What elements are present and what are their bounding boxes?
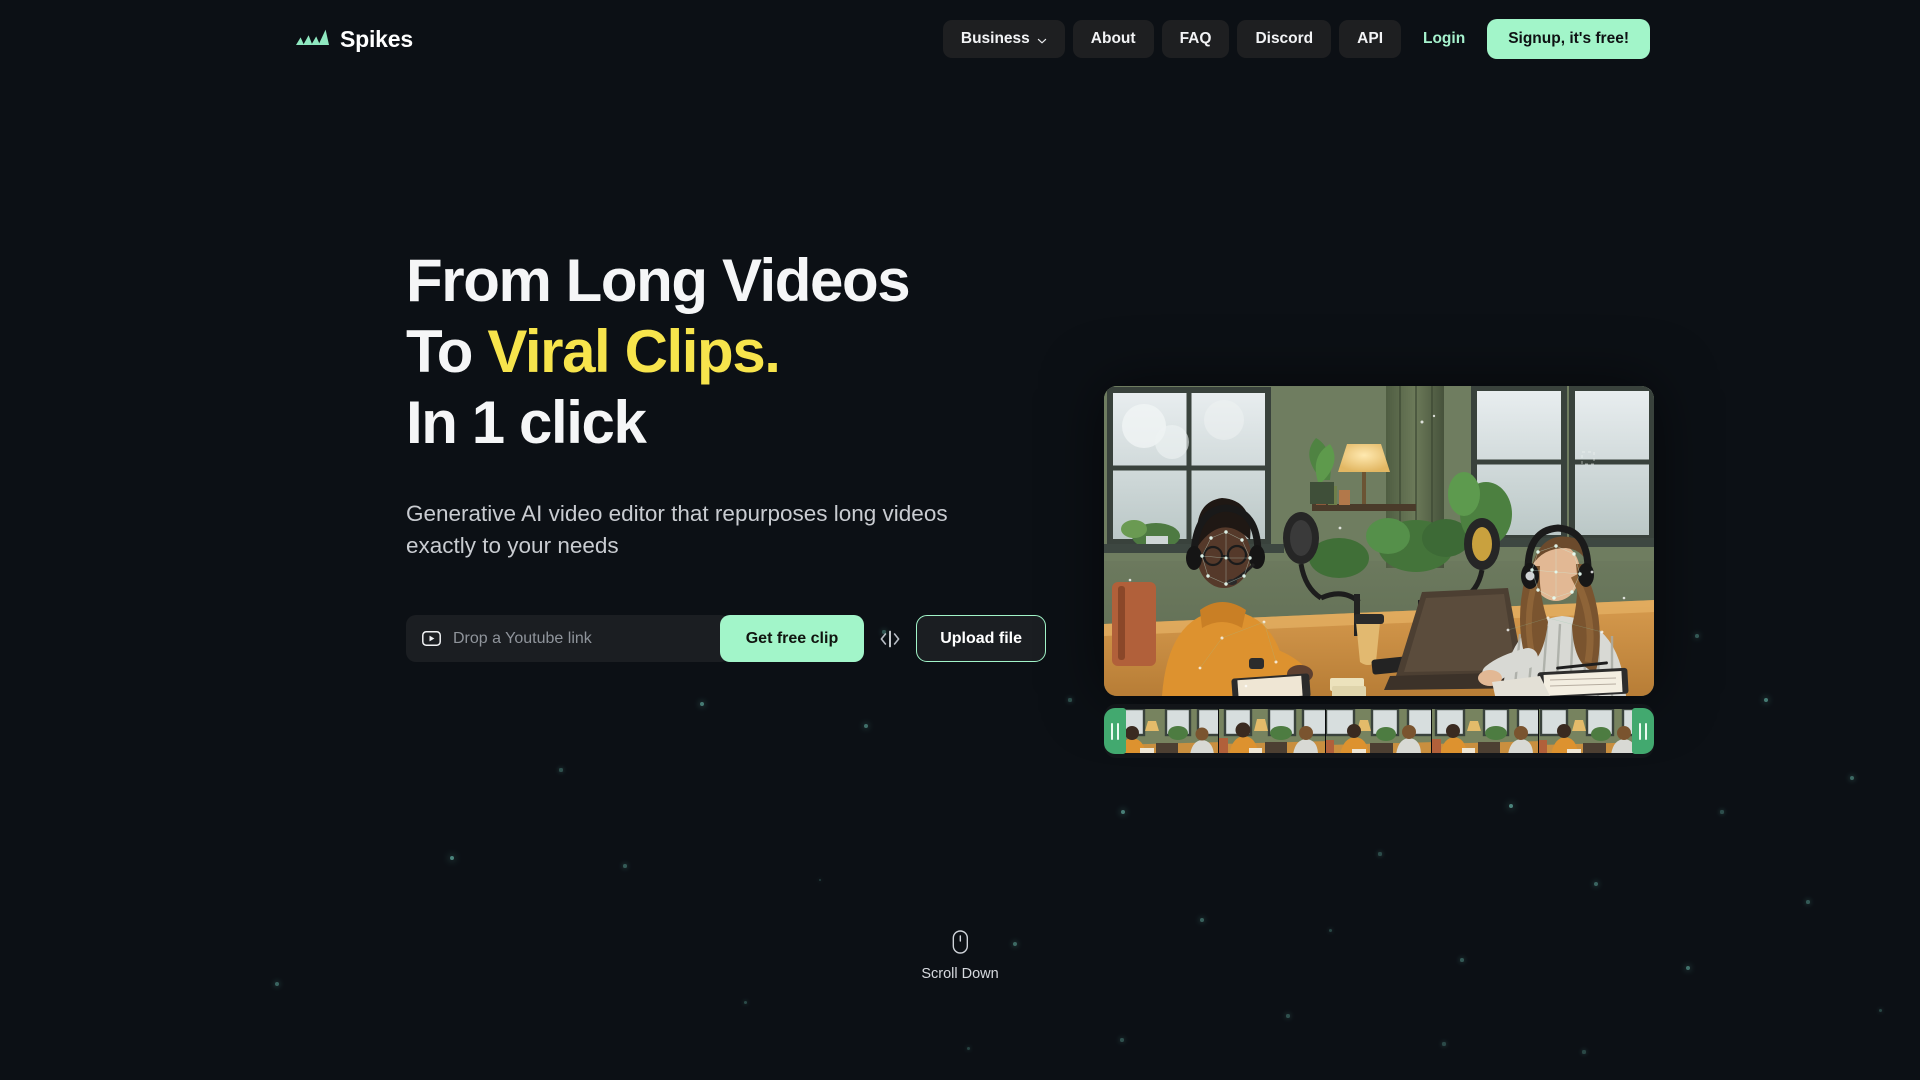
nav-api[interactable]: API: [1339, 20, 1401, 58]
headline-accent: Viral Clips.: [487, 317, 781, 385]
headline-line-2-prefix: To: [406, 317, 488, 385]
brand-logo[interactable]: Spikes: [296, 26, 413, 53]
grip-line-icon: [1639, 722, 1641, 740]
nav-discord[interactable]: Discord: [1237, 20, 1332, 58]
timeline-frame[interactable]: [1432, 709, 1540, 753]
timeline-frames: [1112, 709, 1646, 753]
nav-business[interactable]: Business: [942, 20, 1065, 58]
nav-faq-label: FAQ: [1179, 30, 1212, 48]
get-free-clip-button[interactable]: Get free clip: [719, 615, 865, 663]
video-timeline[interactable]: [1104, 704, 1654, 758]
hero-subheadline: Generative AI video editor that repurpos…: [406, 501, 948, 559]
site-header: Spikes Business About FAQ Discord API Lo…: [0, 0, 1920, 78]
timeline-frame[interactable]: [1539, 709, 1646, 753]
youtube-link-box[interactable]: [406, 615, 730, 663]
nav-signup-label: Signup, it's free!: [1508, 30, 1629, 48]
nav-faq[interactable]: FAQ: [1161, 20, 1230, 58]
nav-business-label: Business: [960, 30, 1030, 48]
nav-login[interactable]: Login: [1409, 20, 1479, 58]
mouse-scroll-icon: [952, 930, 968, 959]
timeline-frame[interactable]: [1112, 709, 1219, 753]
headline-line-3: In 1 click: [406, 388, 647, 456]
timeline-frame[interactable]: [1325, 709, 1433, 753]
scroll-down-indicator[interactable]: Scroll Down: [921, 930, 999, 982]
search-input[interactable]: [453, 615, 730, 663]
video-preview[interactable]: [1104, 386, 1654, 696]
nav-about[interactable]: About: [1072, 20, 1154, 58]
timeline-trim-handle-right[interactable]: [1632, 708, 1654, 754]
page-title: From Long Videos To Viral Clips. In 1 cl…: [406, 246, 1046, 458]
main-navigation: Business About FAQ Discord API Login Sig…: [942, 19, 1650, 59]
grip-line-icon: [1117, 722, 1119, 740]
scroll-down-label: Scroll Down: [921, 966, 999, 982]
hero-copy-column: From Long Videos To Viral Clips. In 1 cl…: [406, 246, 1046, 758]
split-resize-icon[interactable]: [877, 624, 903, 654]
spikes-mountain-logo-icon: [296, 29, 329, 50]
nav-about-label: About: [1090, 30, 1136, 48]
youtube-play-icon: [422, 631, 441, 647]
timeline-frame[interactable]: [1218, 709, 1326, 753]
grip-line-icon: [1645, 722, 1647, 740]
headline-line-1: From Long Videos: [406, 247, 911, 314]
chevron-down-icon: [1037, 34, 1047, 44]
nav-signup[interactable]: Signup, it's free!: [1487, 19, 1650, 59]
hero-preview-column: [1104, 246, 1654, 758]
nav-api-label: API: [1357, 30, 1383, 48]
timeline-trim-handle-left[interactable]: [1104, 708, 1126, 754]
brand-name: Spikes: [340, 25, 413, 52]
hero-action-row: Get free clip Upload file: [406, 615, 1046, 663]
hero-section: From Long Videos To Viral Clips. In 1 cl…: [0, 78, 1920, 758]
grip-line-icon: [1111, 722, 1113, 740]
nav-discord-label: Discord: [1255, 30, 1314, 48]
upload-file-button[interactable]: Upload file: [916, 615, 1046, 663]
nav-login-label: Login: [1423, 30, 1466, 48]
